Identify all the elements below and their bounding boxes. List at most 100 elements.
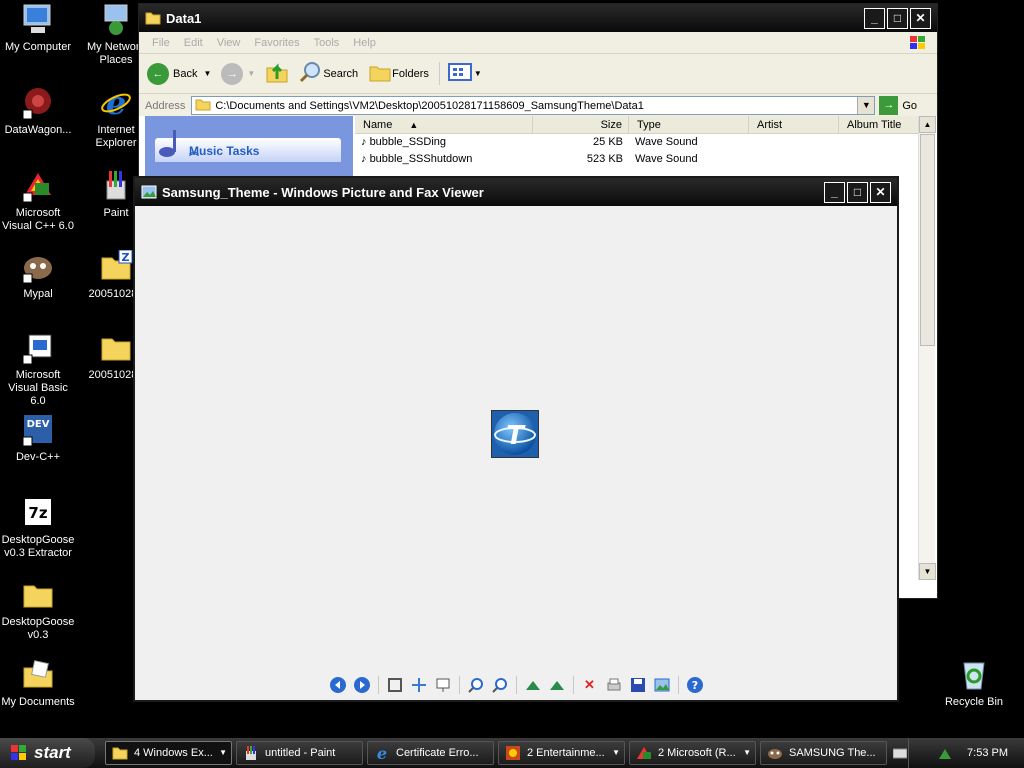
desktop-icon-dev-cpp[interactable]: DEV Dev-C++ [0, 413, 76, 464]
folder-icon [195, 98, 211, 114]
desktop-icon-desktopgoose[interactable]: DesktopGoose v0.3 [0, 578, 76, 642]
folders-icon [368, 61, 392, 86]
datawagon-icon [21, 86, 55, 120]
scrollbar-thumb[interactable] [920, 134, 935, 346]
music-note-icon [157, 128, 185, 158]
taskbar-button-microsoft[interactable]: 2 Microsoft (R... ▼ [629, 741, 756, 765]
keyboard-icon[interactable] [892, 746, 908, 760]
column-header-type[interactable]: Type [629, 116, 749, 133]
folder-icon [99, 331, 133, 365]
rotate-clockwise-icon[interactable] [522, 674, 544, 696]
folders-button[interactable]: Folders [368, 61, 429, 86]
desktop-icon-mypal[interactable]: Mypal [0, 250, 76, 301]
file-row[interactable]: ♪ bubble_SSShutdown 523 KB Wave Sound [355, 151, 935, 168]
zoom-in-icon[interactable] [465, 674, 487, 696]
standard-toolbar: ← Back ▼ → ▼ Search Folders ▼ [139, 54, 937, 94]
forward-arrow-icon: → [221, 62, 244, 85]
windows-flag-icon [10, 744, 28, 762]
back-label: Back [173, 67, 198, 80]
edit-icon[interactable] [651, 674, 673, 696]
maximize-button[interactable]: □ [847, 181, 868, 203]
taskbar-button-label: untitled - Paint [265, 747, 336, 759]
slideshow-icon[interactable] [432, 674, 454, 696]
desktop-icon-label: DataWagon... [4, 124, 72, 136]
clock[interactable]: 7:53 PM [967, 747, 1008, 759]
file-row[interactable]: ♪ bubble_SSDing 25 KB Wave Sound [355, 134, 935, 151]
search-button[interactable]: Search [299, 61, 358, 86]
window-title: Samsung_Theme - Windows Picture and Fax … [162, 184, 484, 200]
desktop-icon-visual-basic[interactable]: Microsoft Visual Basic 6.0 [0, 331, 76, 408]
taskbar-button-label: 2 Microsoft (R... [658, 747, 736, 759]
minimize-button[interactable]: _ [864, 7, 885, 29]
zipped-folder-icon: Z [99, 249, 133, 284]
close-button[interactable]: ✕ [910, 7, 931, 29]
up-button[interactable] [265, 61, 289, 86]
delete-icon[interactable]: ✕ [579, 674, 601, 696]
desktop-icon-label: DesktopGoose v0.3 Extractor [1, 534, 75, 559]
actual-size-icon[interactable] [408, 674, 430, 696]
column-header-artist[interactable]: Artist [749, 116, 839, 133]
address-bar: Address C:\Documents and Settings\VM2\De… [139, 94, 937, 118]
minimize-button[interactable]: _ [824, 181, 845, 203]
menu-file[interactable]: File [152, 37, 170, 49]
address-input[interactable]: C:\Documents and Settings\VM2\Desktop\20… [191, 96, 876, 115]
taskbar-button-paint[interactable]: untitled - Paint [236, 741, 363, 765]
views-icon [447, 62, 474, 85]
visual-cpp-icon [21, 169, 55, 203]
wave-file-icon: ♪ [361, 153, 367, 165]
menu-favorites[interactable]: Favorites [254, 37, 299, 49]
rotate-counterclockwise-icon[interactable] [546, 674, 568, 696]
help-icon[interactable]: ? [684, 674, 706, 696]
desktop-icon-label: Dev-C++ [15, 451, 61, 463]
column-headers: Name ▲ Size Type Artist Album Title [355, 116, 935, 134]
menu-view[interactable]: View [217, 37, 241, 49]
column-header-name[interactable]: Name ▲ [355, 116, 533, 133]
forward-button[interactable]: → ▼ [221, 62, 255, 85]
file-size: 523 KB [586, 153, 623, 165]
taskbar-button-windows-explorer[interactable]: 4 Windows Ex... ▼ [105, 741, 232, 765]
explorer-titlebar[interactable]: Data1 _ □ ✕ [139, 4, 937, 32]
column-header-size[interactable]: Size [533, 116, 629, 133]
desktop-icon-recycle-bin[interactable]: Recycle Bin [936, 658, 1012, 709]
dev-cpp-icon: DEV [21, 413, 55, 447]
vertical-scrollbar[interactable]: ▲ ▼ [918, 116, 936, 580]
desktop-icon-desktopgoose-extractor[interactable]: 7z DesktopGoose v0.3 Extractor [0, 496, 76, 560]
best-fit-icon[interactable] [384, 674, 406, 696]
go-arrow-icon: → [879, 96, 899, 115]
scroll-up-button[interactable]: ▲ [919, 116, 936, 133]
menu-tools[interactable]: Tools [314, 37, 340, 49]
desktop-icon-label: Microsoft Visual C++ 6.0 [2, 207, 74, 232]
network-icon[interactable] [937, 745, 953, 761]
previous-image-icon[interactable] [327, 674, 349, 696]
next-image-icon[interactable] [351, 674, 373, 696]
maximize-button[interactable]: □ [887, 7, 908, 29]
go-button[interactable]: → Go [879, 96, 917, 115]
start-button[interactable]: start [0, 738, 95, 768]
desktop-icon-my-documents[interactable]: My Documents [0, 658, 76, 709]
views-button[interactable]: ▼ [438, 62, 482, 85]
music-tasks-header[interactable]: Music Tasks ︽ [155, 130, 341, 162]
print-icon[interactable] [603, 674, 625, 696]
desktop-icon-my-computer[interactable]: My Computer [0, 3, 76, 54]
menu-edit[interactable]: Edit [184, 37, 203, 49]
close-button[interactable]: ✕ [870, 181, 891, 203]
save-icon[interactable] [627, 674, 649, 696]
desktop-icon-datawagon[interactable]: DataWagon... [0, 86, 76, 137]
desktop-icon-visual-cpp[interactable]: Microsoft Visual C++ 6.0 [0, 169, 76, 233]
desktop-icon-label: Microsoft Visual Basic 6.0 [8, 369, 68, 407]
column-header-album-title[interactable]: Album Title [839, 116, 919, 133]
address-dropdown-button[interactable]: ▼ [857, 97, 875, 114]
back-button[interactable]: ← Back ▼ [147, 62, 211, 85]
viewer-titlebar[interactable]: Samsung_Theme - Windows Picture and Fax … [135, 178, 897, 206]
zoom-out-icon[interactable] [489, 674, 511, 696]
menu-help[interactable]: Help [353, 37, 376, 49]
taskbar-button-certificate-error[interactable]: e Certificate Erro... [367, 741, 494, 765]
taskbar-button-samsung-theme[interactable]: SAMSUNG The... [760, 741, 887, 765]
viewer-toolbar: ✕ ? [135, 672, 897, 698]
scroll-down-button[interactable]: ▼ [919, 563, 936, 580]
desktop: My Computer DataWagon... Microsoft Visua… [0, 0, 1024, 738]
taskbar-button-entertainment[interactable]: 2 Entertainme... ▼ [498, 741, 625, 765]
image-canvas: T [135, 206, 897, 670]
desktop-icon-label: My Documents [1, 696, 75, 708]
collapse-chevron-icon[interactable]: ︽ [189, 143, 333, 158]
